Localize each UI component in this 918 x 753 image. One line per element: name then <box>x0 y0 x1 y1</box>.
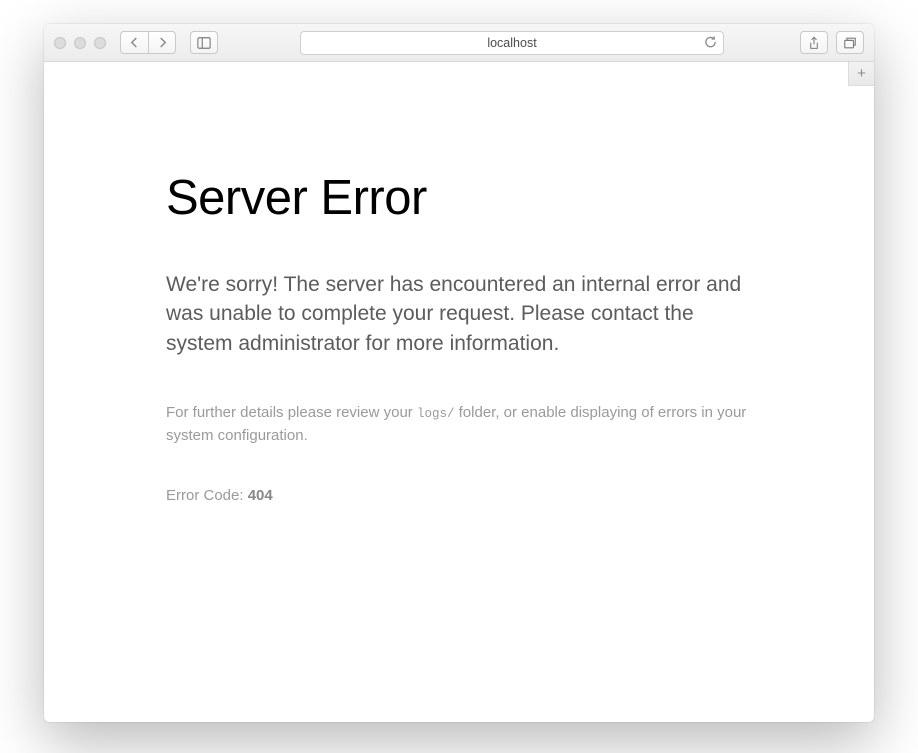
error-code-value: 404 <box>248 487 273 504</box>
error-title: Server Error <box>166 172 752 226</box>
share-icon <box>807 36 821 50</box>
tabs-overview-button[interactable] <box>836 31 864 54</box>
chevron-right-icon <box>158 37 167 48</box>
minimize-window-button[interactable] <box>74 37 86 49</box>
chevron-left-icon <box>130 37 139 48</box>
reload-button[interactable] <box>704 35 717 51</box>
back-button[interactable] <box>120 31 148 54</box>
error-details: For further details please review your l… <box>166 402 752 447</box>
sidebar-toggle-button[interactable] <box>190 31 218 54</box>
toolbar-right-group <box>800 31 864 54</box>
forward-button[interactable] <box>148 31 176 54</box>
address-bar-text: localhost <box>487 36 536 50</box>
address-bar[interactable]: localhost <box>300 31 724 55</box>
window-controls <box>54 37 106 49</box>
sidebar-icon <box>197 36 211 50</box>
plus-icon: + <box>857 65 866 82</box>
reload-icon <box>704 35 717 49</box>
error-message: We're sorry! The server has encountered … <box>166 270 752 358</box>
error-code-label: Error Code: <box>166 487 248 504</box>
browser-window: localhost <box>44 24 874 722</box>
close-window-button[interactable] <box>54 37 66 49</box>
zoom-window-button[interactable] <box>94 37 106 49</box>
error-code-line: Error Code: 404 <box>166 487 752 504</box>
tabs-icon <box>843 36 857 50</box>
browser-toolbar: localhost <box>44 24 874 62</box>
navigation-group <box>120 31 176 54</box>
page-content: Server Error We're sorry! The server has… <box>44 62 874 722</box>
logs-folder-path: logs/ <box>417 407 455 421</box>
error-details-prefix: For further details please review your <box>166 404 417 421</box>
share-button[interactable] <box>800 31 828 54</box>
new-tab-button[interactable]: + <box>848 62 874 86</box>
